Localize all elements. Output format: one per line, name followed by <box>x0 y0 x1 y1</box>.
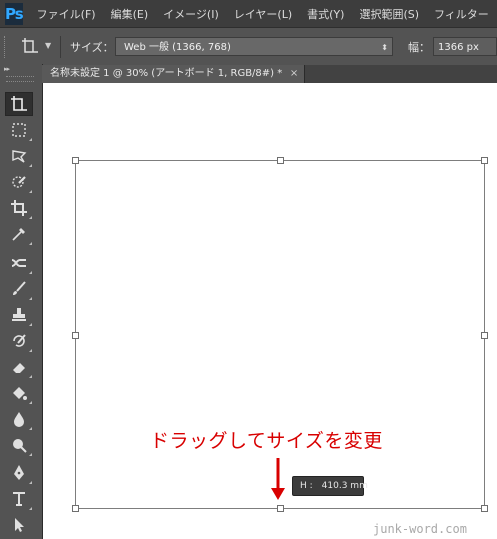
resize-handle-top[interactable] <box>277 157 284 164</box>
artboard[interactable] <box>72 157 488 512</box>
tool-flyout-indicator <box>29 453 32 456</box>
menu-filter[interactable]: フィルター <box>434 6 489 22</box>
eraser-tool-icon[interactable] <box>5 355 33 379</box>
watermark-text: junk-word.com <box>373 522 467 536</box>
resize-handle-bottom-left[interactable] <box>72 505 79 512</box>
tool-flyout-indicator <box>29 164 32 167</box>
path-select-tool-icon[interactable] <box>5 513 33 537</box>
resize-handle-top-right[interactable] <box>481 157 488 164</box>
size-select-value: Web 一般 (1366, 768) <box>124 42 231 53</box>
width-label: 幅： <box>408 41 430 54</box>
document-tab-bar: 名称未設定 1 @ 30% (アートボード 1, RGB/8#) * × <box>42 65 497 83</box>
annotation-text: ドラッグしてサイズを変更 <box>150 430 383 452</box>
tool-flyout-indicator <box>29 242 32 245</box>
paint-bucket-tool-icon[interactable] <box>5 381 33 405</box>
height-tooltip: H : 410.3 mm <box>292 476 368 496</box>
eyedropper-tool-icon[interactable] <box>5 222 33 246</box>
tool-flyout-indicator <box>29 349 32 352</box>
type-tool-icon[interactable] <box>5 487 33 511</box>
artboard-tool-icon[interactable] <box>5 92 33 116</box>
tool-flyout-indicator <box>29 375 32 378</box>
tool-flyout-indicator <box>29 297 32 300</box>
tool-flyout-indicator <box>29 216 32 219</box>
quick-select-tool-icon[interactable] <box>5 170 33 194</box>
menu-type[interactable]: 書式(Y) <box>307 6 344 22</box>
brush-tool-icon[interactable] <box>5 277 33 301</box>
resize-handle-bottom[interactable] <box>277 505 284 512</box>
resize-handle-right[interactable] <box>481 332 488 339</box>
clone-stamp-tool-icon[interactable] <box>5 303 33 327</box>
artboard-tool-icon[interactable] <box>20 36 40 56</box>
size-select[interactable]: Web 一般 (1366, 768) ⬍ <box>115 37 393 56</box>
menu-layer[interactable]: レイヤー(L) <box>234 6 292 22</box>
tool-preset-dropdown-icon[interactable]: ▼ <box>45 41 51 50</box>
history-brush-tool-icon[interactable] <box>5 329 33 353</box>
tools-panel-grip[interactable] <box>6 76 34 82</box>
collapse-panel-icon[interactable]: ▸▸ <box>4 65 10 73</box>
menu-file[interactable]: ファイル(F) <box>37 6 96 22</box>
tooltip-value: 410.3 mm <box>321 481 368 491</box>
tool-flyout-indicator <box>29 190 32 193</box>
photoshop-logo: Ps <box>5 2 24 25</box>
options-separator <box>60 36 61 58</box>
size-label: サイズ： <box>70 41 114 54</box>
tool-flyout-indicator <box>29 138 32 141</box>
annotation-arrow-icon <box>271 458 285 500</box>
menu-image[interactable]: イメージ(I) <box>163 6 219 22</box>
blur-tool-icon[interactable] <box>5 407 33 431</box>
tool-flyout-indicator <box>29 481 32 484</box>
close-tab-icon[interactable]: × <box>290 65 298 83</box>
document-tab-title: 名称未設定 1 @ 30% (アートボード 1, RGB/8#) * <box>50 68 283 79</box>
crop-tool-icon[interactable] <box>5 196 33 220</box>
menu-bar: Ps ファイル(F) 編集(E) イメージ(I) レイヤー(L) 書式(Y) 選… <box>0 0 497 27</box>
menu-edit[interactable]: 編集(E) <box>111 6 149 22</box>
menu-select[interactable]: 選択範囲(S) <box>359 6 419 22</box>
tool-flyout-indicator <box>29 507 32 510</box>
resize-handle-top-left[interactable] <box>72 157 79 164</box>
healing-brush-tool-icon[interactable] <box>5 251 33 275</box>
resize-handle-left[interactable] <box>72 332 79 339</box>
tools-panel: ▸▸ <box>0 64 43 539</box>
pen-tool-icon[interactable] <box>5 461 33 485</box>
tooltip-label: H : <box>300 481 313 491</box>
width-input[interactable]: 1366 px <box>433 37 497 56</box>
resize-handle-bottom-right[interactable] <box>481 505 488 512</box>
options-bar-grip[interactable] <box>4 36 8 58</box>
select-arrows-icon: ⬍ <box>381 43 388 52</box>
options-bar: ▼ サイズ： Web 一般 (1366, 768) ⬍ 幅： 1366 px <box>0 27 497 66</box>
tool-flyout-indicator <box>29 401 32 404</box>
document-tab[interactable]: 名称未設定 1 @ 30% (アートボード 1, RGB/8#) * × <box>42 65 306 83</box>
tool-flyout-indicator <box>29 323 32 326</box>
dodge-tool-icon[interactable] <box>5 433 33 457</box>
lasso-tool-icon[interactable] <box>5 144 33 168</box>
document-canvas[interactable]: ドラッグしてサイズを変更 H : 410.3 mm junk-word.com <box>43 83 497 539</box>
tool-flyout-indicator <box>29 427 32 430</box>
marquee-tool-icon[interactable] <box>5 118 33 142</box>
tool-flyout-indicator <box>29 271 32 274</box>
